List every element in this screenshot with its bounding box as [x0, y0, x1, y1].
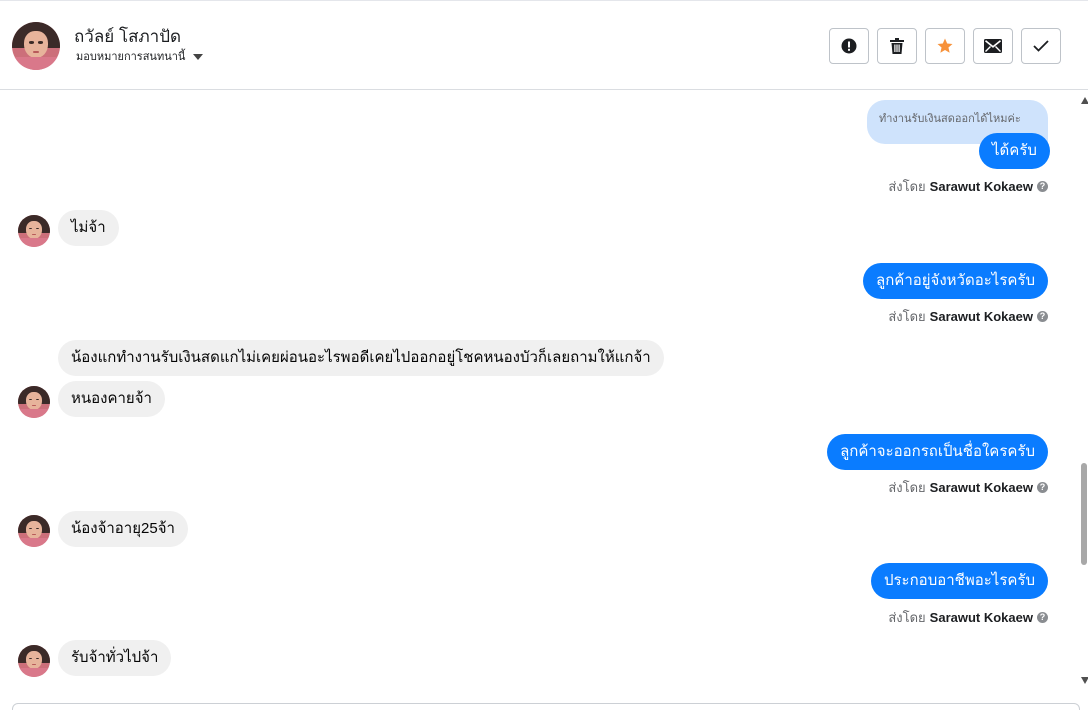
chevron-down-icon — [193, 53, 204, 60]
incoming-message[interactable]: หนองคายจ้า — [58, 381, 165, 417]
incoming-message[interactable]: น้องจ้าอายุ25จ้า — [58, 511, 188, 547]
mark-unread-button[interactable] — [973, 28, 1013, 64]
sent-by-prefix: ส่งโดย — [888, 309, 926, 324]
contact-avatar[interactable] — [12, 22, 60, 70]
outgoing-message[interactable]: ลูกค้าจะออกรถเป็นชื่อใครครับ — [827, 434, 1048, 470]
contact-avatar-small[interactable] — [18, 645, 50, 677]
sent-by-prefix: ส่งโดย — [888, 610, 926, 625]
contact-avatar-small[interactable] — [18, 386, 50, 418]
assign-conversation-dropdown[interactable]: มอบหมายการสนทนานี้ — [76, 47, 204, 65]
contact-name[interactable]: ถวัลย์ โสภาปัด — [74, 23, 181, 50]
help-icon[interactable]: ? — [1037, 482, 1048, 493]
help-icon[interactable]: ? — [1037, 181, 1048, 192]
trash-icon — [890, 38, 904, 54]
sender-name: Sarawut Kokaew — [929, 480, 1033, 495]
sent-by-prefix: ส่งโดย — [888, 480, 926, 495]
spam-icon — [841, 38, 857, 54]
outgoing-message[interactable]: ได้ครับ — [979, 133, 1050, 169]
conversation-header: ถวัลย์ โสภาปัด มอบหมายการสนทนานี้ — [0, 0, 1088, 90]
mark-done-button[interactable] — [1021, 28, 1061, 64]
help-icon[interactable]: ? — [1037, 612, 1048, 623]
message-scrollbar[interactable] — [1078, 92, 1088, 688]
check-icon — [1033, 40, 1049, 52]
incoming-message[interactable]: ไม่จ้า — [58, 210, 119, 246]
mark-spam-button[interactable] — [829, 28, 869, 64]
message-composer[interactable] — [12, 703, 1080, 710]
contact-avatar-small[interactable] — [18, 215, 50, 247]
sent-by-label: ส่งโดย Sarawut Kokaew ? — [888, 176, 1048, 197]
scroll-up-arrow-icon[interactable] — [1081, 97, 1088, 104]
sent-by-prefix: ส่งโดย — [888, 179, 926, 194]
delete-button[interactable] — [877, 28, 917, 64]
sender-name: Sarawut Kokaew — [929, 610, 1033, 625]
sent-by-label: ส่งโดย Sarawut Kokaew ? — [888, 306, 1048, 327]
incoming-message[interactable]: น้องแกทำงานรับเงินสดแกไม่เคยผ่อนอะไรพอดี… — [58, 340, 664, 376]
sent-by-label: ส่งโดย Sarawut Kokaew ? — [888, 477, 1048, 498]
outgoing-message[interactable]: ลูกค้าอยู่จังหวัดอะไรครับ — [863, 263, 1048, 299]
outgoing-message[interactable]: ประกอบอาชีพอะไรครับ — [870, 563, 1048, 599]
assign-label: มอบหมายการสนทนานี้ — [76, 51, 186, 63]
contact-avatar-small[interactable] — [18, 515, 50, 547]
mail-icon — [984, 39, 1002, 53]
sender-name: Sarawut Kokaew — [929, 309, 1033, 324]
sent-by-label: ส่งโดย Sarawut Kokaew ? — [888, 607, 1048, 628]
conversation-actions — [829, 28, 1061, 64]
scroll-down-arrow-icon[interactable] — [1081, 677, 1088, 684]
scrollbar-thumb[interactable] — [1081, 463, 1087, 565]
help-icon[interactable]: ? — [1037, 311, 1048, 322]
star-button[interactable] — [925, 28, 965, 64]
sender-name: Sarawut Kokaew — [929, 179, 1033, 194]
incoming-message[interactable]: รับจ้าทั่วไปจ้า — [58, 640, 172, 676]
star-icon — [937, 38, 953, 53]
